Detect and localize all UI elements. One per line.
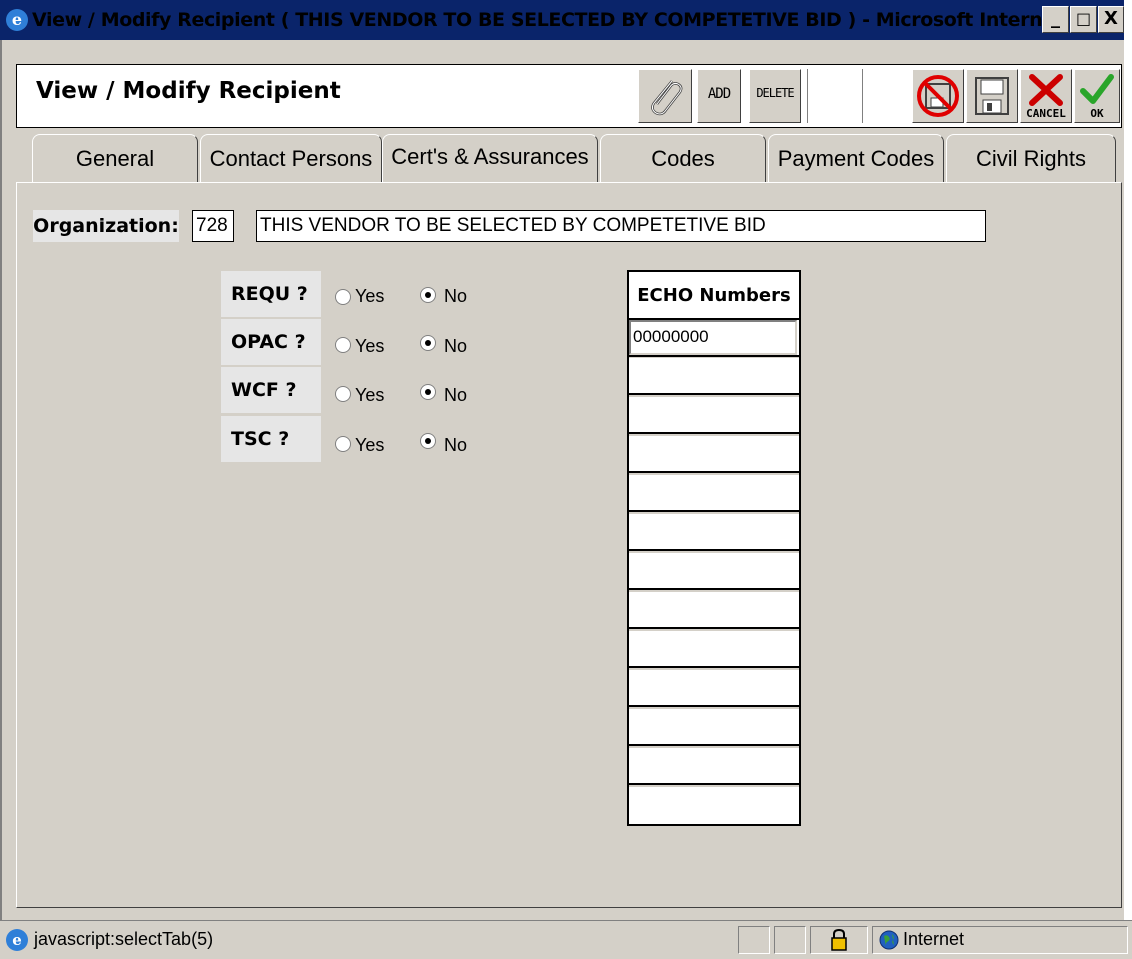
- cancel-x-icon: [1029, 74, 1063, 106]
- ok-button[interactable]: OK: [1074, 69, 1120, 123]
- tab-civil-rights[interactable]: Civil Rights: [946, 134, 1116, 182]
- requ-label: REQU ?: [221, 271, 321, 317]
- echo-number-field[interactable]: 00000000: [629, 320, 799, 357]
- paperclip-icon: [651, 80, 683, 116]
- status-pane: [810, 926, 868, 954]
- tab-contact-persons[interactable]: Contact Persons: [200, 134, 382, 182]
- status-pane: [738, 926, 770, 954]
- checkmark-icon: [1080, 74, 1114, 104]
- tab-payment-codes[interactable]: Payment Codes: [768, 134, 944, 182]
- echo-number-field[interactable]: [629, 436, 799, 473]
- echo-number-field[interactable]: [629, 787, 799, 824]
- echo-number-field[interactable]: [629, 670, 799, 707]
- page-icon: e: [6, 929, 28, 951]
- toolbar-divider: [862, 69, 863, 123]
- tab-certs-assurances[interactable]: Cert's & Assurances: [382, 134, 598, 182]
- zone-label: Internet: [903, 929, 965, 949]
- status-text: javascript:selectTab(5): [34, 929, 214, 949]
- tsc-label: TSC ?: [221, 416, 321, 462]
- opac-no-label: No: [444, 336, 468, 356]
- globe-icon: [879, 930, 899, 950]
- opac-yes-label: Yes: [355, 336, 385, 356]
- attach-button[interactable]: [638, 69, 692, 123]
- save-button[interactable]: [966, 69, 1018, 123]
- wcf-yes-label: Yes: [355, 385, 385, 405]
- requ-no-radio[interactable]: [420, 287, 436, 303]
- echo-numbers-table: ECHO Numbers 00000000: [627, 270, 801, 826]
- save-icon: [975, 77, 1009, 115]
- tsc-yes-label: Yes: [355, 435, 385, 455]
- wcf-label: WCF ?: [221, 367, 321, 413]
- minimize-button[interactable]: _: [1042, 6, 1069, 33]
- ok-label: OK: [1090, 107, 1104, 120]
- tab-general[interactable]: General: [32, 134, 198, 182]
- echo-number-field[interactable]: [629, 631, 799, 668]
- zone-pane: Internet: [872, 926, 1128, 954]
- wcf-no-radio[interactable]: [420, 384, 436, 400]
- requ-yes-radio[interactable]: [335, 289, 351, 305]
- ie-icon: e: [6, 9, 28, 31]
- echo-number-field[interactable]: [629, 592, 799, 629]
- opac-no-radio[interactable]: [420, 335, 436, 351]
- add-label: ADD: [707, 86, 731, 102]
- tab-codes[interactable]: Codes: [600, 134, 766, 182]
- no-save-button[interactable]: [912, 69, 964, 123]
- delete-label: DELETE: [756, 86, 794, 100]
- tsc-no-radio[interactable]: [420, 433, 436, 449]
- echo-number-value: 00000000: [629, 320, 797, 355]
- organization-name-field[interactable]: THIS VENDOR TO BE SELECTED BY COMPETETIV…: [256, 210, 986, 242]
- cancel-button[interactable]: CANCEL: [1020, 69, 1072, 123]
- opac-yes-radio[interactable]: [335, 337, 351, 353]
- add-button[interactable]: ADD: [697, 69, 741, 123]
- echo-number-field[interactable]: [629, 475, 799, 512]
- page-title: View / Modify Recipient: [36, 78, 341, 104]
- requ-no-label: No: [444, 286, 468, 306]
- echo-number-field[interactable]: [629, 397, 799, 434]
- wcf-no-label: No: [444, 385, 468, 405]
- wcf-yes-radio[interactable]: [335, 386, 351, 402]
- organization-id-field[interactable]: 728: [192, 210, 234, 242]
- status-pane: [774, 926, 806, 954]
- tsc-no-label: No: [444, 435, 468, 455]
- no-save-icon: [917, 75, 959, 117]
- echo-number-field[interactable]: [629, 709, 799, 746]
- echo-number-field[interactable]: [629, 358, 799, 395]
- echo-number-field[interactable]: [629, 553, 799, 590]
- organization-label: Organization:: [33, 210, 179, 242]
- lock-icon: [831, 928, 847, 951]
- echo-numbers-header: ECHO Numbers: [629, 272, 799, 320]
- maximize-button[interactable]: □: [1070, 6, 1097, 33]
- toolbar-divider: [807, 69, 808, 123]
- echo-number-field[interactable]: [629, 748, 799, 785]
- window-title: View / Modify Recipient ( THIS VENDOR TO…: [32, 9, 1084, 31]
- requ-yes-label: Yes: [355, 286, 385, 306]
- close-button[interactable]: X: [1098, 6, 1124, 33]
- tsc-yes-radio[interactable]: [335, 436, 351, 452]
- echo-number-field[interactable]: [629, 514, 799, 551]
- tab-content-panel: [16, 182, 1122, 908]
- delete-button[interactable]: DELETE: [749, 69, 801, 123]
- opac-label: OPAC ?: [221, 319, 321, 365]
- cancel-label: CANCEL: [1026, 107, 1066, 120]
